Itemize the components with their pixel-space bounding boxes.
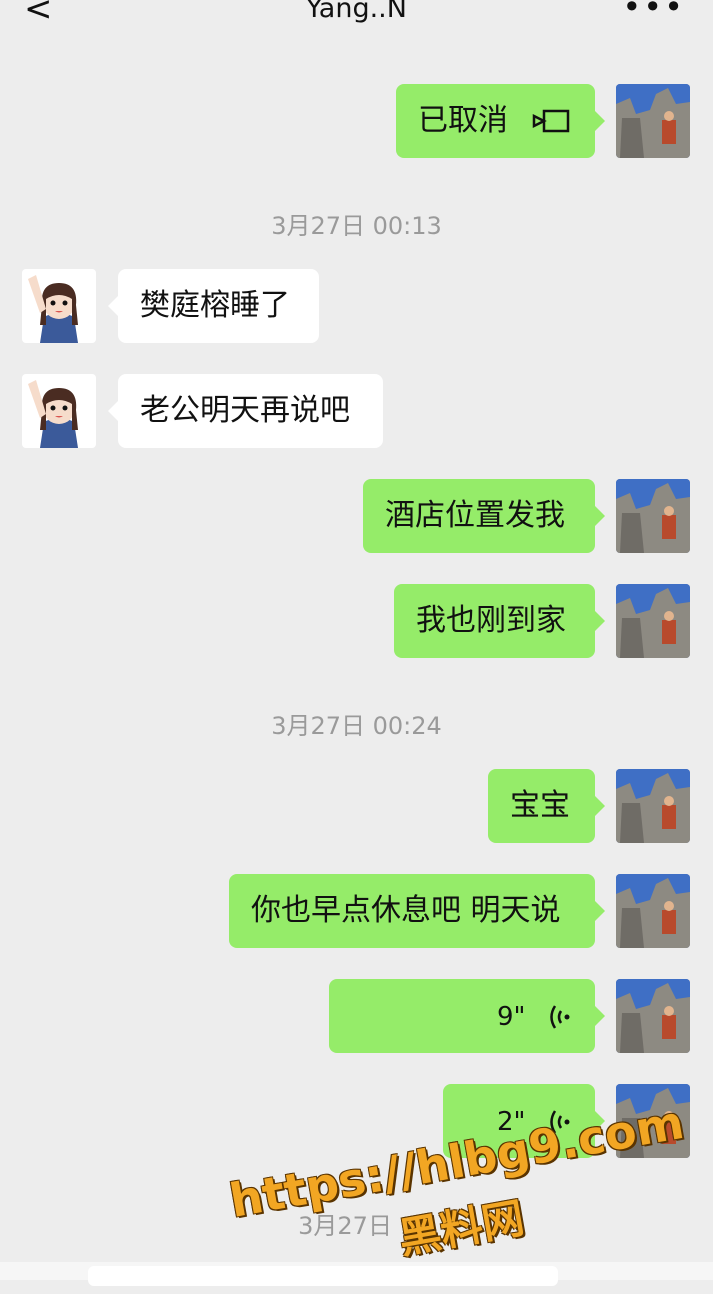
message-text: 我也刚到家 bbox=[416, 603, 566, 638]
message-bubble[interactable]: 已取消 bbox=[396, 84, 605, 158]
video-call-icon bbox=[532, 109, 569, 132]
message-text: 你也早点休息吧 明天说 bbox=[251, 893, 561, 928]
message-text: 樊庭榕睡了 bbox=[140, 288, 290, 323]
voice-message-bubble[interactable]: 9" bbox=[329, 979, 605, 1053]
my-avatar[interactable] bbox=[616, 479, 690, 553]
message-bubble[interactable]: 我也刚到家 bbox=[394, 584, 605, 658]
voice-message-bubble[interactable]: 2" bbox=[443, 1084, 605, 1158]
message-text: 酒店位置发我 bbox=[385, 498, 565, 533]
voice-duration: 2" bbox=[496, 1107, 526, 1137]
my-avatar[interactable] bbox=[616, 874, 690, 948]
message-text: 宝宝 bbox=[510, 788, 570, 823]
voice-wave-icon bbox=[550, 1109, 570, 1134]
chat-header: < Yang..N ••• bbox=[0, 0, 713, 40]
my-avatar[interactable] bbox=[616, 979, 690, 1053]
my-avatar[interactable] bbox=[616, 84, 690, 158]
my-avatar[interactable] bbox=[616, 769, 690, 843]
more-options-icon[interactable]: ••• bbox=[622, 0, 685, 26]
my-avatar[interactable] bbox=[616, 1084, 690, 1158]
timestamp: 3月27日 00:13 bbox=[271, 212, 442, 240]
message-text: 老公明天再说吧 bbox=[140, 393, 350, 428]
message-bubble[interactable]: 宝宝 bbox=[488, 769, 605, 843]
contact-avatar[interactable] bbox=[22, 374, 96, 448]
timestamp: 3月27日 00:24 bbox=[271, 712, 442, 740]
voice-wave-icon bbox=[550, 1004, 570, 1029]
chat-area: 已取消 3月27日 00:13 樊庭榕睡了 老公明天再说吧 酒店位置发我 我也刚… bbox=[0, 40, 713, 1280]
chat-title: Yang..N bbox=[306, 0, 407, 24]
message-bubble[interactable]: 酒店位置发我 bbox=[363, 479, 605, 553]
message-bubble[interactable]: 你也早点休息吧 明天说 bbox=[229, 874, 605, 948]
message-input[interactable] bbox=[88, 1266, 558, 1286]
message-bubble[interactable]: 老公明天再说吧 bbox=[108, 374, 383, 448]
timestamp: 3月27日 1 bbox=[298, 1212, 415, 1240]
voice-duration: 9" bbox=[496, 1002, 526, 1032]
my-avatar[interactable] bbox=[616, 584, 690, 658]
message-text: 已取消 bbox=[418, 103, 508, 138]
message-bubble[interactable]: 樊庭榕睡了 bbox=[108, 269, 319, 343]
contact-avatar[interactable] bbox=[22, 269, 96, 343]
